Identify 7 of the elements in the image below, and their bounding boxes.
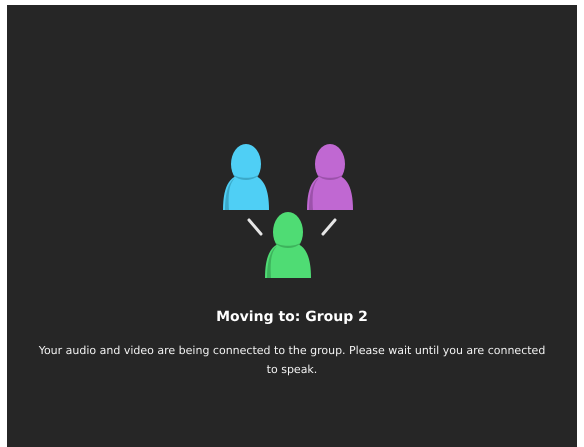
connector-line [248, 218, 262, 236]
person-icon [223, 144, 269, 210]
person-icon [307, 144, 353, 210]
person-icon [265, 212, 311, 278]
dialog-title: Moving to: Group 2 [216, 309, 368, 325]
connector-line [322, 218, 336, 236]
status-message: Your audio and video are being connected to the group. Please wait until you are connected to speak. [38, 343, 546, 378]
